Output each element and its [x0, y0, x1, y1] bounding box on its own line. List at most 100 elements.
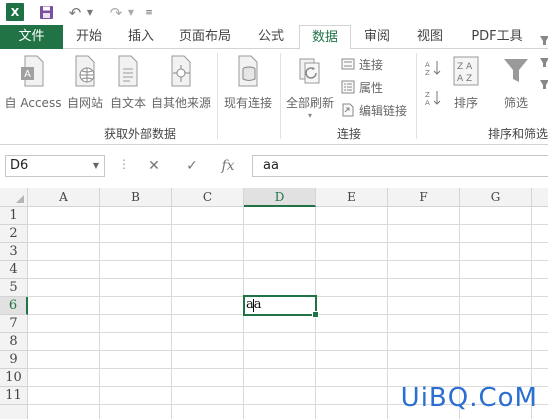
cancel-formula-icon[interactable]: ✕	[138, 155, 170, 177]
select-all-button[interactable]	[0, 188, 28, 207]
connections-button[interactable]: 连接	[341, 55, 383, 73]
row-header-10[interactable]: 10	[0, 369, 28, 387]
other-sources-icon	[171, 55, 191, 87]
watermark-text: UiBQ.CoM	[400, 383, 538, 413]
sort-az-icon: AZ	[425, 61, 441, 77]
grid-line	[171, 207, 172, 419]
row-header-2[interactable]: 2	[0, 225, 28, 243]
group-label-sort-filter: 排序和筛选	[488, 127, 548, 141]
column-header-e[interactable]: E	[316, 188, 388, 207]
grid-line	[28, 368, 548, 369]
edit-links-button[interactable]: 编辑链接	[341, 101, 407, 119]
existing-connections-icon	[238, 55, 258, 87]
svg-text:A: A	[24, 69, 31, 80]
from-text-button[interactable]: 自文本	[107, 55, 149, 111]
sort-za-icon: ZA	[425, 91, 441, 107]
svg-text:Z A: Z A	[457, 62, 473, 72]
tab-view[interactable]: 视图	[409, 25, 451, 49]
svg-text:A: A	[425, 99, 430, 107]
filter-button[interactable]: 筛选	[498, 55, 534, 111]
connections-icon	[341, 58, 355, 70]
save-icon[interactable]	[38, 3, 54, 22]
sort-ascending-button[interactable]: AZ	[424, 59, 442, 77]
grid-line	[28, 224, 548, 225]
svg-text:A: A	[425, 61, 430, 69]
web-globe-icon	[75, 55, 95, 87]
group-label-connections: 连接	[337, 127, 362, 141]
svg-text:Z: Z	[425, 91, 430, 99]
row-header-11[interactable]: 11	[0, 387, 28, 405]
ribbon-data: A 自 Access 自网站 自文本 自其他来源 现有连接 获取外部数据 全部刷…	[0, 36, 548, 145]
formula-bar: D6 ▼ ⋮ ✕ ✓ fx aa	[0, 145, 548, 185]
edit-links-icon	[342, 103, 354, 117]
column-header-h[interactable]	[532, 188, 548, 207]
redo-dropdown-icon[interactable]: ▼	[127, 3, 135, 22]
group-separator	[280, 53, 281, 139]
row-header-6[interactable]: 6	[0, 297, 28, 315]
name-box-dropdown-icon[interactable]: ▼	[93, 156, 99, 176]
from-web-button[interactable]: 自网站	[64, 55, 106, 111]
tab-insert[interactable]: 插入	[120, 25, 162, 49]
refresh-dropdown-icon[interactable]: ▾	[284, 111, 336, 120]
name-box[interactable]: D6 ▼	[5, 155, 105, 177]
row-header-12[interactable]	[0, 405, 28, 419]
svg-text:Z: Z	[425, 69, 430, 77]
text-file-icon	[118, 55, 138, 87]
enter-formula-icon[interactable]: ✓	[176, 155, 208, 177]
refresh-all-button[interactable]: 全部刷新 ▾	[284, 55, 336, 120]
from-access-button[interactable]: A 自 Access	[4, 55, 62, 111]
row-header-4[interactable]: 4	[0, 261, 28, 279]
undo-icon[interactable]: ↶	[67, 3, 83, 22]
column-header-d[interactable]: D	[244, 188, 316, 207]
column-header-b[interactable]: B	[100, 188, 172, 207]
row-header-1[interactable]: 1	[0, 207, 28, 225]
tab-data[interactable]: 数据	[299, 25, 351, 50]
tab-formulas[interactable]: 公式	[250, 25, 292, 49]
group-separator	[416, 53, 417, 139]
column-header-f[interactable]: F	[388, 188, 460, 207]
row-header-7[interactable]: 7	[0, 315, 28, 333]
tab-pdf-tools[interactable]: PDF工具	[462, 25, 532, 49]
grid-line	[99, 207, 100, 419]
sort-descending-button[interactable]: ZA	[424, 89, 442, 107]
tab-review[interactable]: 审阅	[356, 25, 398, 49]
svg-text:A Z: A Z	[457, 74, 472, 84]
sort-button[interactable]: Z AA Z 排序	[448, 55, 484, 111]
column-header-g[interactable]: G	[460, 188, 532, 207]
redo-icon[interactable]: ↷	[108, 3, 124, 22]
grid-line	[28, 350, 548, 351]
group-label-get-external-data: 获取外部数据	[104, 127, 177, 141]
grid-line	[387, 207, 388, 419]
excel-logo-icon[interactable]: X	[6, 3, 24, 21]
row-header-8[interactable]: 8	[0, 333, 28, 351]
tab-page-layout[interactable]: 页面布局	[172, 25, 238, 49]
grid-line	[28, 332, 548, 333]
row-header-9[interactable]: 9	[0, 351, 28, 369]
sort-icon: Z A A Z	[453, 56, 479, 86]
insert-function-icon[interactable]: fx	[212, 155, 244, 177]
filter-funnel-icon	[504, 59, 528, 82]
access-database-icon: A	[21, 55, 44, 87]
clear-filter-icon[interactable]	[539, 36, 548, 89]
properties-icon	[341, 80, 355, 94]
title-bar: X ↶ ▼ ↷ ▼ ≡	[0, 0, 548, 25]
row-header-5[interactable]: 5	[0, 279, 28, 297]
column-header-a[interactable]: A	[28, 188, 100, 207]
refresh-all-icon	[299, 58, 320, 84]
formula-input[interactable]: aa	[252, 155, 548, 177]
undo-dropdown-icon[interactable]: ▼	[86, 3, 94, 22]
formula-bar-resize-handle[interactable]: ⋮	[118, 157, 130, 171]
active-cell-d6[interactable]: aa	[243, 295, 319, 318]
existing-connections-button[interactable]: 现有连接	[220, 55, 276, 111]
row-header-3[interactable]: 3	[0, 243, 28, 261]
group-separator	[217, 53, 218, 139]
text-cursor	[253, 299, 254, 312]
tab-file[interactable]: 文件	[0, 25, 63, 49]
grid-line	[28, 242, 548, 243]
customize-quick-access-icon[interactable]: ≡	[144, 3, 154, 22]
column-header-c[interactable]: C	[172, 188, 244, 207]
from-other-sources-button[interactable]: 自其他来源	[150, 55, 212, 111]
tab-home[interactable]: 开始	[68, 25, 110, 49]
properties-button[interactable]: 属性	[341, 78, 383, 96]
ribbon-tabs: 文件 开始 插入 页面布局 公式 数据 审阅 视图 PDF工具	[0, 25, 548, 50]
